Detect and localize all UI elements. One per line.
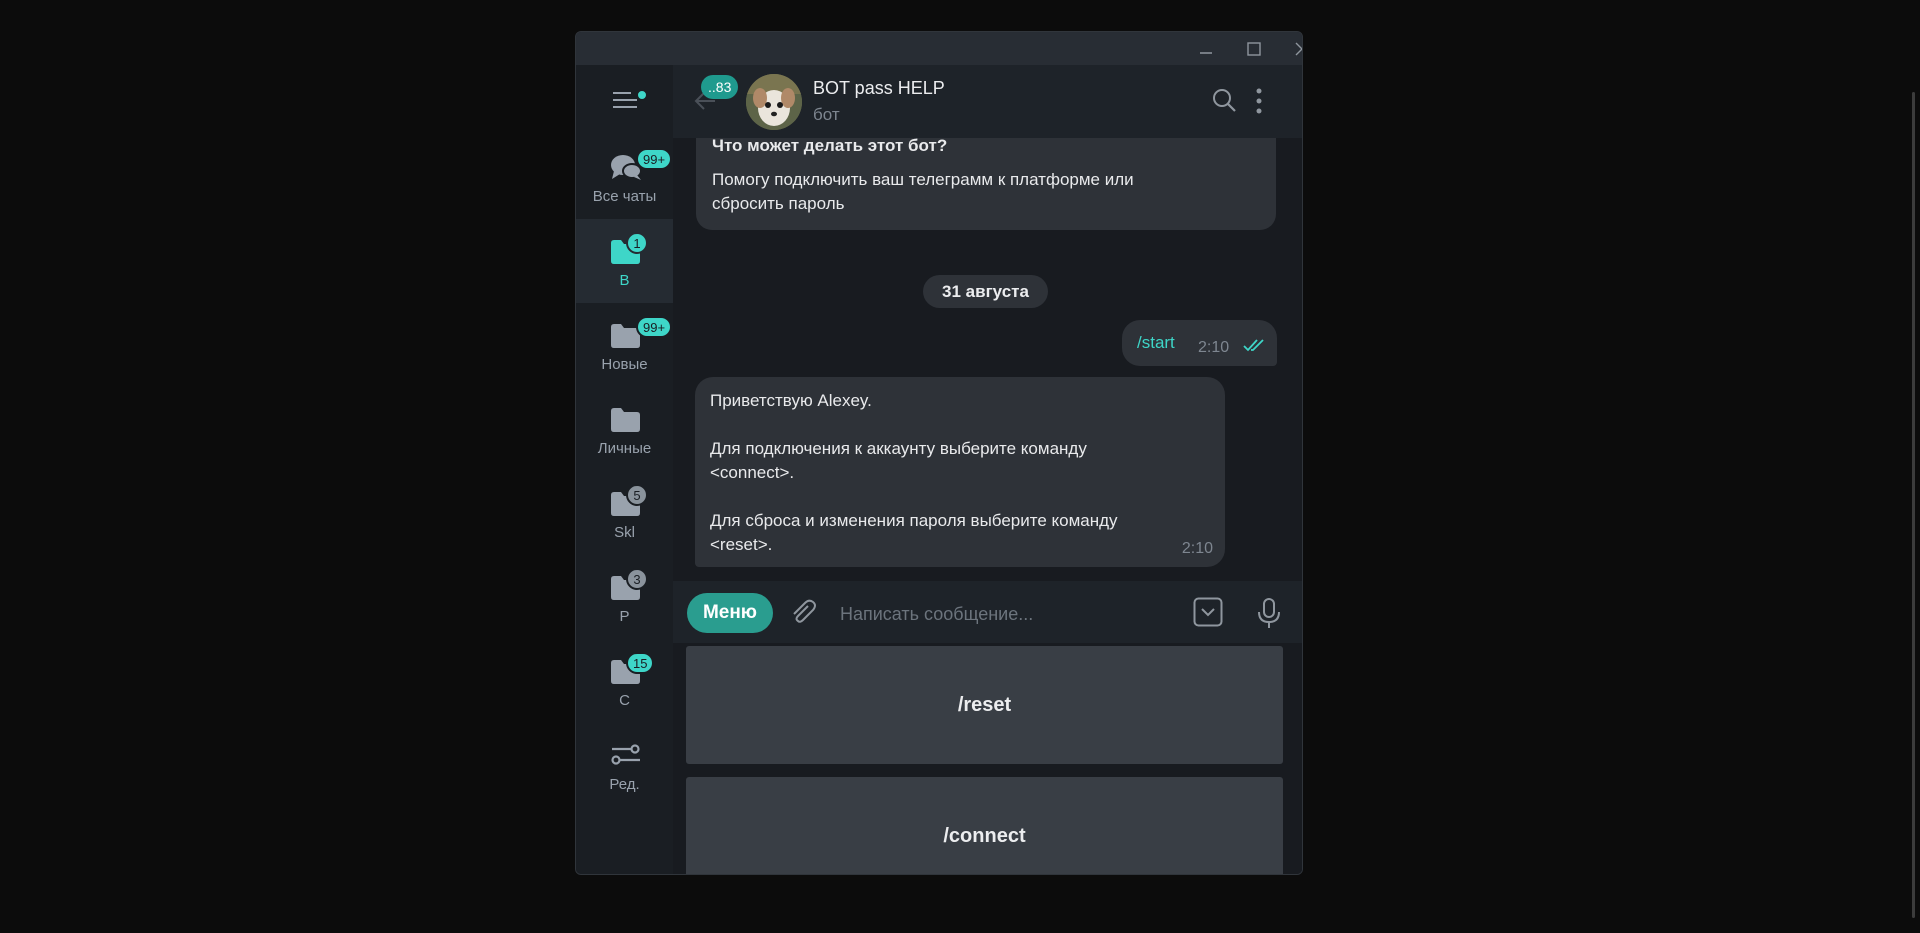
double-check-icon xyxy=(1243,339,1264,352)
maximize-icon xyxy=(1247,41,1261,56)
message-text: Для подключения к аккаунту выберите кома… xyxy=(710,439,1087,458)
folder-label: Ред. xyxy=(609,776,640,793)
telegram-window: 99+ Все чаты 1 В 99+ Новые Личные 5 Skl … xyxy=(575,31,1303,875)
more-vertical-icon[interactable] xyxy=(1253,87,1265,115)
sliders-icon xyxy=(611,744,640,765)
dog-avatar-image xyxy=(746,74,802,130)
folder-label: Новые xyxy=(601,356,648,373)
main-menu-button[interactable] xyxy=(576,65,673,135)
message-text: <connect>. xyxy=(710,463,795,482)
folder-badge: 15 xyxy=(626,652,655,674)
folder-label: Skl xyxy=(614,524,635,541)
folder-edit[interactable]: Ред. xyxy=(576,723,673,807)
message-time: 2:10 xyxy=(1181,540,1213,557)
folder-label: Личные xyxy=(597,440,652,457)
message-list[interactable]: Что может делать этот бот? Помогу подклю… xyxy=(673,138,1302,581)
folder-c[interactable]: 15 C xyxy=(576,639,673,723)
message-time: 2:10 xyxy=(1198,339,1230,356)
minimize-button[interactable] xyxy=(1182,32,1230,65)
folder-p[interactable]: 3 P xyxy=(576,555,673,639)
folder-icon xyxy=(611,408,640,432)
bot-description: Что может делать этот бот? Помогу подклю… xyxy=(696,138,1276,230)
chat-status: бот xyxy=(813,105,840,124)
incoming-message[interactable]: Приветствую Alexey. Для подключения к ак… xyxy=(695,377,1225,567)
folder-badge: 3 xyxy=(626,568,648,590)
folder-label: Все чаты xyxy=(592,188,657,205)
folder-personal[interactable]: Личные xyxy=(576,387,673,471)
date-separator: 31 августа xyxy=(923,275,1048,308)
close-button[interactable] xyxy=(1278,32,1302,65)
chat-header: ..83 BOT pass HELP бот xyxy=(673,65,1302,138)
message-input[interactable] xyxy=(838,593,1182,635)
paperclip-icon[interactable] xyxy=(788,597,818,627)
message-text[interactable]: /start xyxy=(1137,331,1175,355)
hamburger-icon xyxy=(612,92,637,108)
keyboard-toggle-icon[interactable] xyxy=(1193,597,1223,627)
avatar[interactable] xyxy=(746,74,802,130)
search-icon[interactable] xyxy=(1211,87,1237,113)
folder-label: В xyxy=(619,272,630,289)
folder-all-chats[interactable]: 99+ Все чаты xyxy=(576,135,673,219)
title-bar xyxy=(576,32,1302,65)
chat-pane: Что может делать этот бот? Помогу подклю… xyxy=(673,65,1302,874)
notification-dot xyxy=(636,89,648,101)
folder-badge: 99+ xyxy=(636,316,673,338)
bot-keyboard: /reset /connect xyxy=(673,643,1302,874)
message-text: Приветствую Alexey. xyxy=(710,391,872,410)
keyboard-button-reset[interactable]: /reset xyxy=(686,646,1283,764)
page-scrollbar[interactable] xyxy=(1912,92,1915,918)
folder-label: C xyxy=(619,692,630,709)
message-text: <reset>. xyxy=(710,535,773,554)
close-icon xyxy=(1295,42,1302,55)
microphone-icon[interactable] xyxy=(1256,597,1282,629)
folder-new[interactable]: 99+ Новые xyxy=(576,303,673,387)
unread-counter[interactable]: ..83 xyxy=(701,75,739,99)
keyboard-button-connect[interactable]: /connect xyxy=(686,777,1283,874)
bot-description-text: Помогу подключить ваш телеграмм к платфо… xyxy=(712,170,1134,189)
folder-badge: 99+ xyxy=(636,148,673,170)
bot-menu-button[interactable]: Меню xyxy=(687,593,773,633)
folder-skl[interactable]: 5 Skl xyxy=(576,471,673,555)
folder-v[interactable]: 1 В xyxy=(576,219,673,303)
outgoing-message[interactable]: /start 2:10 xyxy=(1122,320,1277,366)
folder-badge: 1 xyxy=(626,232,648,254)
message-composer: Меню xyxy=(673,581,1302,643)
chat-title[interactable]: BOT pass HELP xyxy=(813,78,945,99)
message-text: Для сброса и изменения пароля выберите к… xyxy=(710,511,1118,530)
minimize-icon xyxy=(1200,51,1212,54)
bot-description-text: сбросить пароль xyxy=(712,194,845,213)
folder-sidebar: 99+ Все чаты 1 В 99+ Новые Личные 5 Skl … xyxy=(576,65,673,874)
folder-label: P xyxy=(619,608,630,625)
bot-description-title: Что может делать этот бот? xyxy=(712,138,948,155)
folder-badge: 5 xyxy=(626,484,648,506)
maximize-button[interactable] xyxy=(1230,32,1278,65)
